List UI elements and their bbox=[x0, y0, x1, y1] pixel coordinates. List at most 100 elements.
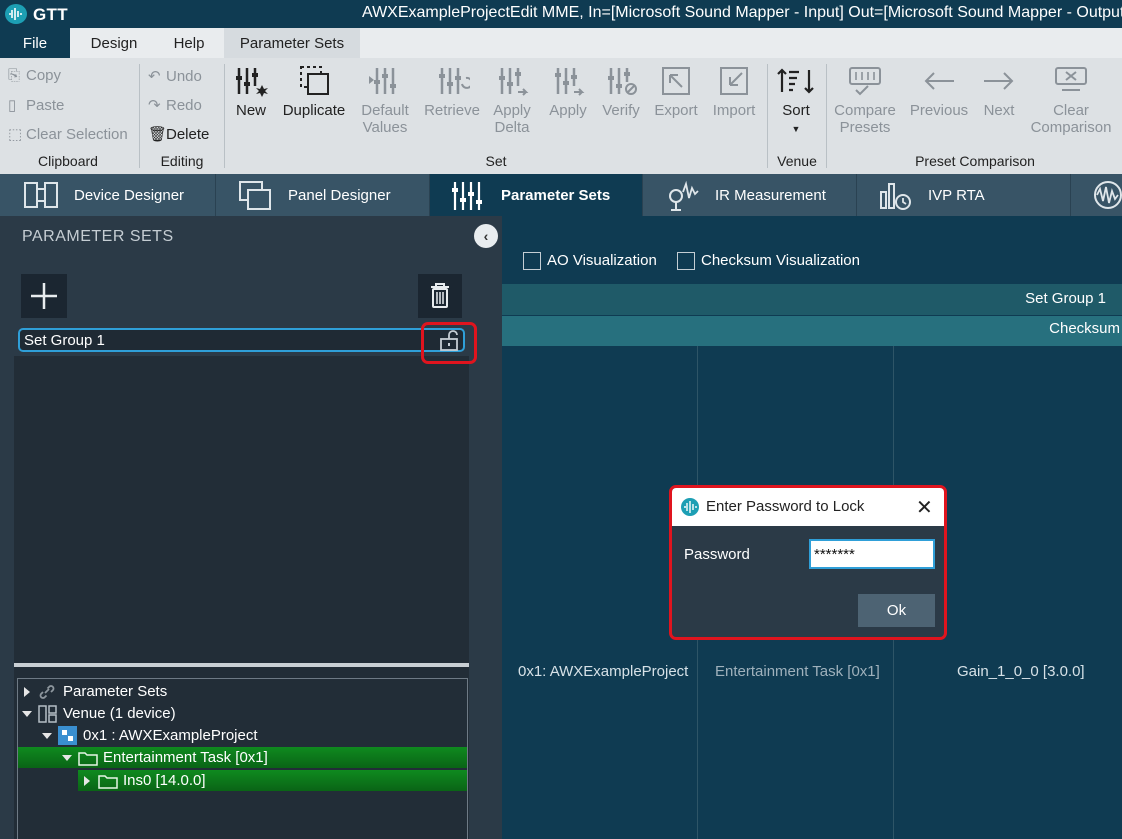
tab-label: Panel Designer bbox=[288, 187, 391, 204]
previous-button[interactable]: Previous bbox=[906, 64, 972, 119]
set-group-item[interactable]: Set Group 1 bbox=[18, 328, 465, 352]
arrow-right-icon bbox=[984, 72, 1014, 90]
default-values-label-1: Default bbox=[361, 102, 409, 119]
collapse-icon[interactable] bbox=[42, 733, 52, 739]
import-button[interactable]: Import bbox=[708, 64, 760, 119]
tree-node-task[interactable]: Entertainment Task [0x1] bbox=[18, 747, 467, 768]
checksum-visualization-checkbox[interactable] bbox=[677, 252, 695, 270]
tree-node-instance[interactable]: Ins0 [14.0.0] bbox=[78, 770, 467, 791]
device-cell[interactable]: 0x1: AWXExampleProject bbox=[518, 663, 688, 680]
retrieve-icon bbox=[439, 68, 470, 94]
compare-presets-button[interactable]: Compare Presets bbox=[832, 64, 898, 136]
collapse-icon[interactable] bbox=[22, 711, 32, 717]
duplicate-label: Duplicate bbox=[282, 102, 346, 119]
tree-node-device[interactable]: 0x1 : AWXExampleProject bbox=[18, 725, 467, 746]
ribbon-separator bbox=[139, 64, 140, 168]
compare-presets-label-2: Presets bbox=[839, 119, 891, 136]
expand-icon[interactable] bbox=[84, 776, 90, 786]
copy-button[interactable]: ⎘ Copy bbox=[8, 67, 61, 84]
tree-node-parameter-sets[interactable]: Parameter Sets bbox=[18, 681, 467, 702]
ivp-rta-icon bbox=[880, 183, 911, 210]
clipboard-group-label: Clipboard bbox=[38, 153, 98, 169]
next-button[interactable]: Next bbox=[976, 64, 1022, 119]
parameter-sets-panel: PARAMETER SETS ‹ Set Group 1 Parameter S… bbox=[0, 216, 502, 839]
parameter-sets-icon bbox=[452, 182, 482, 210]
tree-node-label: 0x1 : AWXExampleProject bbox=[83, 727, 258, 744]
tab-device-designer[interactable]: Device Designer bbox=[0, 174, 216, 216]
default-values-button[interactable]: Default Values bbox=[356, 64, 414, 136]
previous-label: Previous bbox=[909, 102, 969, 119]
tab-ir-measurement[interactable]: IR Measurement bbox=[643, 174, 857, 216]
redo-button[interactable]: ↷ Redo bbox=[148, 96, 202, 114]
task-cell[interactable]: Entertainment Task [0x1] bbox=[715, 663, 880, 680]
delete-set-group-button[interactable] bbox=[418, 274, 462, 318]
new-set-icon bbox=[236, 68, 268, 97]
panel-splitter[interactable] bbox=[14, 663, 469, 667]
close-icon[interactable]: ✕ bbox=[916, 495, 933, 520]
verify-icon bbox=[608, 68, 637, 95]
ok-button[interactable]: Ok bbox=[858, 594, 935, 627]
password-lock-dialog: Enter Password to Lock ✕ Password Ok bbox=[669, 485, 947, 640]
new-set-button[interactable]: New bbox=[228, 64, 274, 119]
device-icon bbox=[58, 726, 77, 745]
menu-file[interactable]: File bbox=[0, 28, 70, 58]
export-label: Export bbox=[654, 102, 698, 119]
tree-node-label: Venue (1 device) bbox=[63, 705, 176, 722]
tab-parameter-sets[interactable]: Parameter Sets bbox=[430, 174, 643, 216]
sort-icon bbox=[777, 68, 814, 94]
menu-help[interactable]: Help bbox=[158, 28, 220, 58]
lock-highlight-box bbox=[421, 322, 477, 364]
venue-group-label: Venue bbox=[777, 153, 817, 169]
ribbon-separator bbox=[826, 64, 827, 168]
module-cell[interactable]: Gain_1_0_0 [3.0.0] bbox=[957, 663, 1085, 680]
set-group-column-header[interactable]: Set Group 1 bbox=[1025, 290, 1106, 307]
device-designer-icon bbox=[24, 182, 58, 208]
paste-icon: ▯ bbox=[8, 97, 17, 114]
title-bar: GTT AWXExampleProjectEdit MME, In=[Micro… bbox=[0, 0, 1122, 28]
sort-button[interactable]: Sort ▼ bbox=[772, 64, 820, 138]
tree-node-label: Entertainment Task [0x1] bbox=[103, 749, 268, 766]
clear-selection-icon: ⬚ bbox=[8, 126, 23, 143]
export-button[interactable]: Export bbox=[650, 64, 702, 119]
ribbon-separator bbox=[767, 64, 768, 168]
editing-group-label: Editing bbox=[160, 153, 204, 169]
app-logo-icon bbox=[681, 498, 699, 516]
dialog-title: Enter Password to Lock bbox=[706, 498, 865, 515]
delete-button[interactable]: 🗑Delete bbox=[148, 125, 209, 143]
menu-bar: File Design Help Parameter Sets bbox=[0, 28, 1122, 58]
verify-button[interactable]: Verify bbox=[598, 64, 644, 119]
collapse-panel-button[interactable]: ‹ bbox=[474, 224, 498, 248]
ribbon-separator bbox=[224, 64, 225, 168]
password-field[interactable] bbox=[809, 539, 935, 569]
paste-button[interactable]: ▯ Paste bbox=[8, 96, 64, 114]
retrieve-button[interactable]: Retrieve bbox=[422, 64, 482, 119]
checksum-visualization-label: Checksum Visualization bbox=[701, 252, 860, 269]
expand-icon[interactable] bbox=[24, 687, 30, 697]
tree-node-venue[interactable]: Venue (1 device) bbox=[18, 703, 467, 724]
main-tab-strip: Device Designer Panel Designer Parameter… bbox=[0, 174, 1122, 216]
undo-label: Undo bbox=[166, 68, 202, 85]
paste-label: Paste bbox=[26, 97, 65, 114]
clear-comparison-button[interactable]: Clear Comparison bbox=[1026, 64, 1116, 136]
arrow-left-icon bbox=[924, 72, 954, 90]
apply-delta-button[interactable]: Apply Delta bbox=[488, 64, 536, 136]
tab-label: IVP RTA bbox=[928, 187, 985, 204]
app-name: GTT bbox=[33, 5, 68, 24]
tab-panel-designer[interactable]: Panel Designer bbox=[216, 174, 430, 216]
plus-icon bbox=[31, 283, 57, 309]
app-logo-icon bbox=[5, 4, 27, 24]
menu-design[interactable]: Design bbox=[75, 28, 153, 58]
undo-button[interactable]: ↶ Undo bbox=[148, 67, 202, 85]
clear-selection-button[interactable]: ⬚ Clear Selection bbox=[8, 125, 128, 143]
duplicate-button[interactable]: Duplicate bbox=[280, 64, 348, 119]
link-icon bbox=[39, 685, 55, 699]
tab-ivp-rta[interactable]: IVP RTA bbox=[857, 174, 1071, 216]
checksum-column-header[interactable]: Checksum bbox=[1049, 320, 1120, 337]
apply-button[interactable]: Apply bbox=[544, 64, 592, 119]
ao-visualization-checkbox[interactable] bbox=[523, 252, 541, 270]
collapse-icon[interactable] bbox=[62, 755, 72, 761]
add-set-group-button[interactable] bbox=[21, 274, 67, 318]
tab-more[interactable] bbox=[1071, 174, 1122, 216]
import-icon bbox=[720, 67, 748, 95]
menu-parameter-sets[interactable]: Parameter Sets bbox=[224, 28, 360, 58]
